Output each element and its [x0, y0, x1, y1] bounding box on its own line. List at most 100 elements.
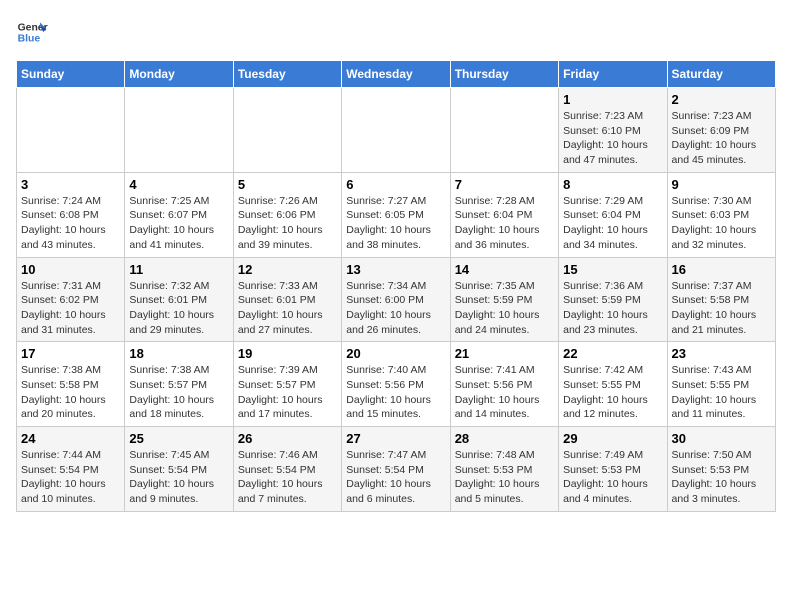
logo: General Blue [16, 16, 48, 48]
calendar-cell: 3 Sunrise: 7:24 AM Sunset: 6:08 PM Daylig… [17, 172, 125, 257]
day-info: Sunrise: 7:29 AM Sunset: 6:04 PM Dayligh… [563, 194, 662, 253]
calendar-cell [450, 88, 558, 173]
calendar-cell: 27 Sunrise: 7:47 AM Sunset: 5:54 PM Dayli… [342, 427, 450, 512]
calendar-cell: 6 Sunrise: 7:27 AM Sunset: 6:05 PM Daylig… [342, 172, 450, 257]
day-number: 9 [672, 177, 771, 192]
day-info: Sunrise: 7:45 AM Sunset: 5:54 PM Dayligh… [129, 448, 228, 507]
calendar-cell: 15 Sunrise: 7:36 AM Sunset: 5:59 PM Dayli… [559, 257, 667, 342]
calendar-cell: 5 Sunrise: 7:26 AM Sunset: 6:06 PM Daylig… [233, 172, 341, 257]
calendar-week-3: 10 Sunrise: 7:31 AM Sunset: 6:02 PM Dayli… [17, 257, 776, 342]
calendar-cell: 13 Sunrise: 7:34 AM Sunset: 6:00 PM Dayli… [342, 257, 450, 342]
day-info: Sunrise: 7:32 AM Sunset: 6:01 PM Dayligh… [129, 279, 228, 338]
weekday-header-wednesday: Wednesday [342, 61, 450, 88]
day-info: Sunrise: 7:34 AM Sunset: 6:00 PM Dayligh… [346, 279, 445, 338]
day-number: 10 [21, 262, 120, 277]
calendar-cell: 14 Sunrise: 7:35 AM Sunset: 5:59 PM Dayli… [450, 257, 558, 342]
day-info: Sunrise: 7:26 AM Sunset: 6:06 PM Dayligh… [238, 194, 337, 253]
weekday-header-row: SundayMondayTuesdayWednesdayThursdayFrid… [17, 61, 776, 88]
calendar-cell: 1Sunrise: 7:23 AM Sunset: 6:10 PM Daylig… [559, 88, 667, 173]
calendar-week-1: 1Sunrise: 7:23 AM Sunset: 6:10 PM Daylig… [17, 88, 776, 173]
calendar-week-5: 24 Sunrise: 7:44 AM Sunset: 5:54 PM Dayli… [17, 427, 776, 512]
day-number: 4 [129, 177, 228, 192]
day-info: Sunrise: 7:36 AM Sunset: 5:59 PM Dayligh… [563, 279, 662, 338]
calendar-cell: 2 Sunrise: 7:23 AM Sunset: 6:09 PM Daylig… [667, 88, 775, 173]
day-number: 6 [346, 177, 445, 192]
day-number: 3 [21, 177, 120, 192]
day-info: Sunrise: 7:44 AM Sunset: 5:54 PM Dayligh… [21, 448, 120, 507]
day-number: 11 [129, 262, 228, 277]
day-info: Sunrise: 7:40 AM Sunset: 5:56 PM Dayligh… [346, 363, 445, 422]
calendar-cell: 20 Sunrise: 7:40 AM Sunset: 5:56 PM Dayli… [342, 342, 450, 427]
calendar-cell: 26Sunrise: 7:46 AM Sunset: 5:54 PM Dayli… [233, 427, 341, 512]
calendar-cell: 28 Sunrise: 7:48 AM Sunset: 5:53 PM Dayli… [450, 427, 558, 512]
day-number: 24 [21, 431, 120, 446]
day-info: Sunrise: 7:49 AM Sunset: 5:53 PM Dayligh… [563, 448, 662, 507]
day-info: Sunrise: 7:23 AM Sunset: 6:09 PM Dayligh… [672, 109, 771, 168]
day-number: 15 [563, 262, 662, 277]
calendar-week-4: 17Sunrise: 7:38 AM Sunset: 5:58 PM Dayli… [17, 342, 776, 427]
calendar-cell: 16 Sunrise: 7:37 AM Sunset: 5:58 PM Dayli… [667, 257, 775, 342]
page-header: General Blue [16, 16, 776, 48]
day-info: Sunrise: 7:28 AM Sunset: 6:04 PM Dayligh… [455, 194, 554, 253]
day-info: Sunrise: 7:39 AM Sunset: 5:57 PM Dayligh… [238, 363, 337, 422]
day-number: 18 [129, 346, 228, 361]
day-number: 27 [346, 431, 445, 446]
calendar-cell: 21 Sunrise: 7:41 AM Sunset: 5:56 PM Dayli… [450, 342, 558, 427]
calendar-cell [125, 88, 233, 173]
calendar-cell [17, 88, 125, 173]
calendar-cell: 11 Sunrise: 7:32 AM Sunset: 6:01 PM Dayli… [125, 257, 233, 342]
logo-icon: General Blue [16, 16, 48, 48]
day-number: 5 [238, 177, 337, 192]
day-number: 26 [238, 431, 337, 446]
day-number: 2 [672, 92, 771, 107]
calendar-cell: 12 Sunrise: 7:33 AM Sunset: 6:01 PM Dayli… [233, 257, 341, 342]
day-info: Sunrise: 7:30 AM Sunset: 6:03 PM Dayligh… [672, 194, 771, 253]
calendar-cell [233, 88, 341, 173]
day-info: Sunrise: 7:41 AM Sunset: 5:56 PM Dayligh… [455, 363, 554, 422]
calendar-cell: 8 Sunrise: 7:29 AM Sunset: 6:04 PM Daylig… [559, 172, 667, 257]
day-number: 16 [672, 262, 771, 277]
day-number: 21 [455, 346, 554, 361]
weekday-header-friday: Friday [559, 61, 667, 88]
day-number: 19 [238, 346, 337, 361]
calendar-cell: 29Sunrise: 7:49 AM Sunset: 5:53 PM Dayli… [559, 427, 667, 512]
day-info: Sunrise: 7:24 AM Sunset: 6:08 PM Dayligh… [21, 194, 120, 253]
calendar-cell: 18Sunrise: 7:38 AM Sunset: 5:57 PM Dayli… [125, 342, 233, 427]
day-info: Sunrise: 7:48 AM Sunset: 5:53 PM Dayligh… [455, 448, 554, 507]
calendar-cell: 22Sunrise: 7:42 AM Sunset: 5:55 PM Dayli… [559, 342, 667, 427]
day-number: 30 [672, 431, 771, 446]
day-info: Sunrise: 7:35 AM Sunset: 5:59 PM Dayligh… [455, 279, 554, 338]
day-info: Sunrise: 7:31 AM Sunset: 6:02 PM Dayligh… [21, 279, 120, 338]
day-number: 25 [129, 431, 228, 446]
calendar-cell: 19 Sunrise: 7:39 AM Sunset: 5:57 PM Dayli… [233, 342, 341, 427]
calendar-week-2: 3 Sunrise: 7:24 AM Sunset: 6:08 PM Daylig… [17, 172, 776, 257]
day-number: 13 [346, 262, 445, 277]
day-info: Sunrise: 7:47 AM Sunset: 5:54 PM Dayligh… [346, 448, 445, 507]
calendar-cell: 24 Sunrise: 7:44 AM Sunset: 5:54 PM Dayli… [17, 427, 125, 512]
day-info: Sunrise: 7:33 AM Sunset: 6:01 PM Dayligh… [238, 279, 337, 338]
day-number: 14 [455, 262, 554, 277]
day-number: 7 [455, 177, 554, 192]
calendar-cell: 10 Sunrise: 7:31 AM Sunset: 6:02 PM Dayli… [17, 257, 125, 342]
weekday-header-saturday: Saturday [667, 61, 775, 88]
calendar-cell: 30Sunrise: 7:50 AM Sunset: 5:53 PM Dayli… [667, 427, 775, 512]
weekday-header-tuesday: Tuesday [233, 61, 341, 88]
calendar-cell [342, 88, 450, 173]
calendar-cell: 9 Sunrise: 7:30 AM Sunset: 6:03 PM Daylig… [667, 172, 775, 257]
day-number: 17 [21, 346, 120, 361]
day-info: Sunrise: 7:27 AM Sunset: 6:05 PM Dayligh… [346, 194, 445, 253]
day-number: 28 [455, 431, 554, 446]
weekday-header-monday: Monday [125, 61, 233, 88]
day-info: Sunrise: 7:25 AM Sunset: 6:07 PM Dayligh… [129, 194, 228, 253]
day-info: Sunrise: 7:37 AM Sunset: 5:58 PM Dayligh… [672, 279, 771, 338]
calendar-cell: 25 Sunrise: 7:45 AM Sunset: 5:54 PM Dayli… [125, 427, 233, 512]
day-info: Sunrise: 7:43 AM Sunset: 5:55 PM Dayligh… [672, 363, 771, 422]
calendar-cell: 17Sunrise: 7:38 AM Sunset: 5:58 PM Dayli… [17, 342, 125, 427]
day-info: Sunrise: 7:42 AM Sunset: 5:55 PM Dayligh… [563, 363, 662, 422]
day-number: 20 [346, 346, 445, 361]
day-number: 23 [672, 346, 771, 361]
day-number: 8 [563, 177, 662, 192]
svg-text:Blue: Blue [18, 34, 41, 45]
day-number: 12 [238, 262, 337, 277]
weekday-header-sunday: Sunday [17, 61, 125, 88]
